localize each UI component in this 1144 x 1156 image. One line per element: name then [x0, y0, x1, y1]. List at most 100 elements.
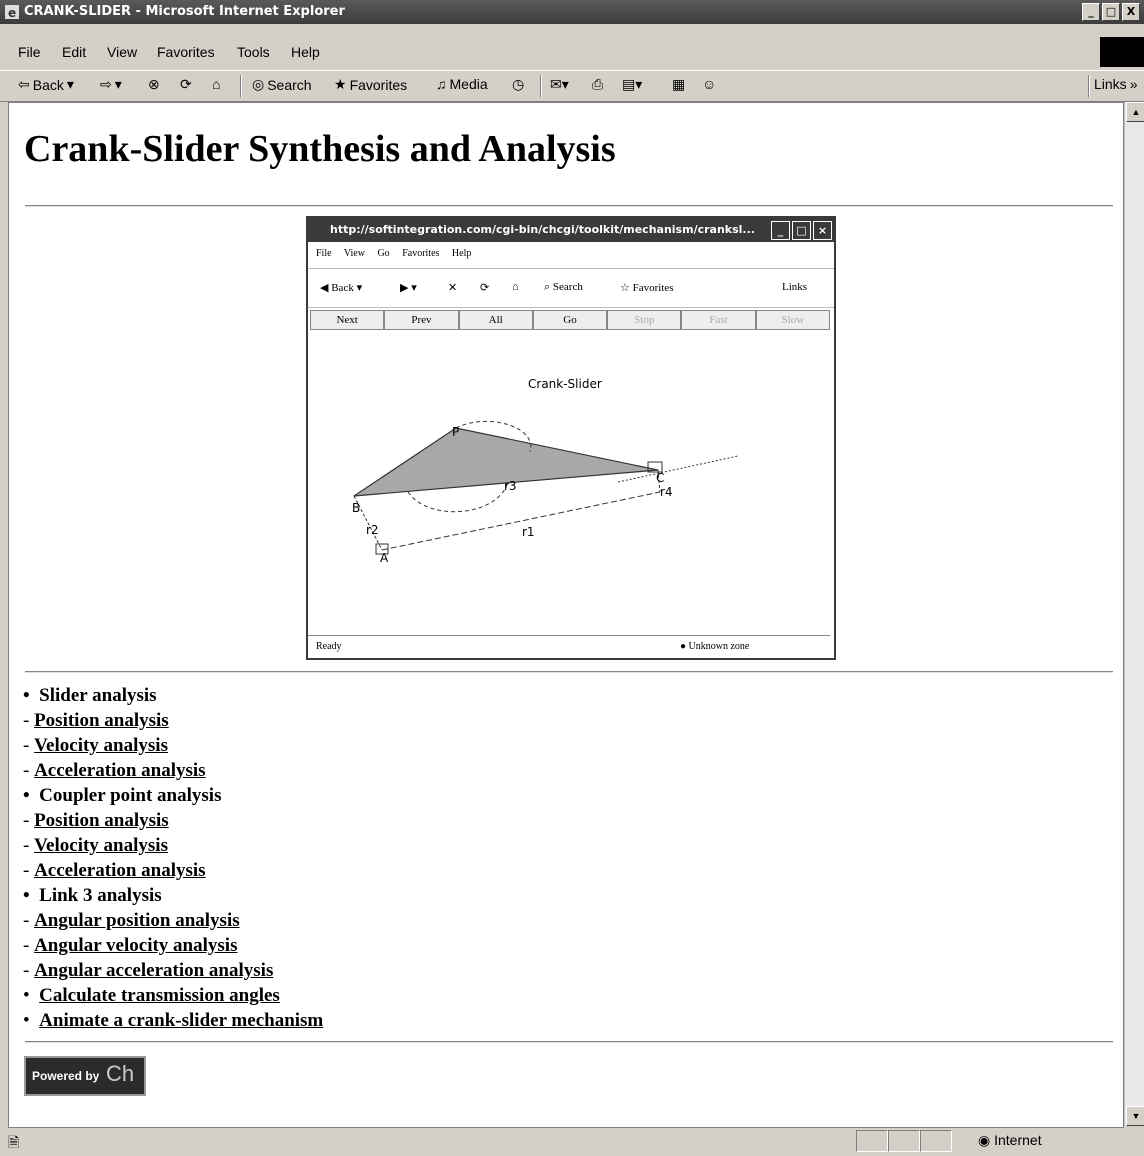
- mail-button[interactable]: ✉▾: [550, 76, 569, 93]
- list-item: • Animate a crank-slider mechanism: [23, 1010, 324, 1031]
- link3-angular-velocity-link[interactable]: Angular velocity analysis: [34, 935, 237, 956]
- toolbar: ⇦ Back ▾ ⇨ ▾ ⊗ ⟳ ⌂ ◎ Search ★ Favorites ♫ Medi…: [0, 70, 1144, 102]
- media-button[interactable]: ♫ Media: [436, 76, 488, 92]
- screenshot-menu-item: View: [343, 248, 365, 259]
- screenshot-statusbar: Ready ● Unknown zone: [308, 635, 830, 658]
- animate-mechanism-link[interactable]: Animate a crank-slider mechanism: [39, 1010, 323, 1031]
- messenger-button[interactable]: ☺: [702, 76, 716, 92]
- nav-prev: Prev: [384, 310, 459, 330]
- screenshot-status-right: ● Unknown zone: [680, 641, 750, 652]
- svg-text:e: e: [8, 6, 16, 20]
- label-B: B: [352, 501, 360, 515]
- links-button[interactable]: Links»: [1094, 76, 1137, 92]
- stop-button[interactable]: ⊗: [148, 76, 160, 93]
- discuss-button[interactable]: ▦: [672, 76, 685, 93]
- menu-help[interactable]: Help: [291, 44, 320, 60]
- window-title: CRANK-SLIDER - Microsoft Internet Explor…: [24, 4, 345, 19]
- screenshot-close-icon: ×: [813, 221, 832, 240]
- print-icon: ⎙: [592, 76, 604, 92]
- slider-acceleration-link[interactable]: Acceleration analysis: [34, 760, 206, 781]
- screenshot-forward-icon: ▶ ▾: [400, 282, 417, 294]
- discuss-icon: ▦: [672, 76, 686, 92]
- mechanism-screenshot: http://softintegration.com/cgi-bin/chcgi…: [306, 216, 836, 660]
- label-C: C: [656, 471, 664, 485]
- menu-view[interactable]: View: [107, 44, 137, 60]
- powered-by-badge[interactable]: Powered by Ch: [24, 1056, 146, 1096]
- page-icon: 🗎: [8, 1134, 20, 1150]
- powered-by-text: Powered by: [32, 1069, 100, 1083]
- search-icon: ◎: [252, 76, 265, 92]
- menu-edit[interactable]: Edit: [62, 44, 86, 60]
- status-bar: 🗎 ◉ Internet: [0, 1128, 1144, 1152]
- minimize-button[interactable]: _: [1082, 3, 1100, 21]
- menu-favorites[interactable]: Favorites: [157, 44, 215, 60]
- dropdown-icon: ▾: [114, 76, 122, 92]
- print-button[interactable]: ⎙: [592, 76, 603, 93]
- slider-velocity-link[interactable]: Velocity analysis: [34, 735, 168, 756]
- media-icon: ♫: [436, 76, 447, 92]
- coupler-acceleration-link[interactable]: Acceleration analysis: [34, 860, 206, 881]
- forward-button[interactable]: ⇨ ▾: [100, 76, 122, 93]
- list-item: - Angular velocity analysis: [23, 935, 238, 956]
- browser-window: e CRANK-SLIDER - Microsoft Internet Expl…: [0, 0, 1144, 1152]
- messenger-icon: ☺: [702, 76, 717, 92]
- divider: [25, 205, 1113, 207]
- screenshot-min-icon: _: [771, 221, 790, 240]
- coupler-velocity-link[interactable]: Velocity analysis: [34, 835, 168, 856]
- label-A: A: [380, 551, 389, 565]
- nav-fast: Fast: [681, 310, 756, 330]
- mechanism-diagram: Crank-Slider P B C A r1 r2 r3 r4: [352, 377, 739, 565]
- windows-logo-icon: [1100, 37, 1144, 67]
- history-button[interactable]: ◷: [512, 76, 524, 93]
- title-bar: e CRANK-SLIDER - Microsoft Internet Expl…: [0, 0, 1144, 24]
- dropdown-icon: ▾: [66, 76, 74, 92]
- nav-go: Go: [532, 310, 608, 330]
- label-P: P: [452, 425, 459, 439]
- refresh-button[interactable]: ⟳: [180, 76, 192, 93]
- back-button[interactable]: ⇦ Back ▾: [18, 76, 74, 93]
- back-label: Back: [32, 76, 64, 93]
- vertical-scrollbar[interactable]: ▲ ▼: [1124, 102, 1144, 1126]
- list-item: - Velocity analysis: [23, 835, 168, 856]
- nav-slow: Slow: [755, 310, 830, 330]
- nav-all: All: [458, 310, 533, 330]
- mail-icon: ✉▾: [550, 76, 569, 92]
- favorites-icon: ★: [334, 76, 347, 92]
- transmission-angles-link[interactable]: Calculate transmission angles: [39, 985, 280, 1006]
- list-item: - Acceleration analysis: [23, 860, 206, 881]
- chevron-right-icon: »: [1129, 76, 1138, 92]
- menu-tools[interactable]: Tools: [237, 44, 270, 60]
- link3-angular-position-link[interactable]: Angular position analysis: [34, 910, 240, 931]
- screenshot-search: ⌕ Search: [544, 281, 583, 293]
- page-content: Crank-Slider Synthesis and Analysis http…: [8, 102, 1124, 1128]
- list-item: • Calculate transmission angles: [23, 985, 280, 1006]
- slider-position-link[interactable]: Position analysis: [34, 710, 169, 731]
- list-item: - Position analysis: [23, 810, 169, 831]
- screenshot-stop-icon: ✕: [448, 282, 458, 294]
- scroll-up-icon[interactable]: ▲: [1126, 102, 1144, 122]
- nav-next: Next: [310, 310, 385, 330]
- internet-zone: ◉ Internet: [978, 1132, 1042, 1148]
- label-r4: r4: [660, 485, 673, 499]
- list-item: - Angular position analysis: [23, 910, 240, 931]
- search-button[interactable]: ◎ Search: [252, 76, 312, 93]
- divider: [25, 1041, 1113, 1043]
- screenshot-title: http://softintegration.com/cgi-bin/chcgi…: [330, 223, 755, 236]
- list-item: - Angular acceleration analysis: [23, 960, 274, 981]
- screenshot-menu-item: Favorites: [402, 248, 440, 259]
- page-title: Crank-Slider Synthesis and Analysis: [24, 128, 616, 170]
- edit-button[interactable]: ▤▾: [622, 76, 642, 93]
- home-button[interactable]: ⌂: [212, 76, 220, 92]
- link3-angular-acceleration-link[interactable]: Angular acceleration analysis: [34, 960, 273, 981]
- forward-arrow-icon: ⇨: [100, 76, 112, 92]
- list-item: • Slider analysis: [23, 685, 157, 706]
- ch-logo: Ch: [106, 1061, 135, 1086]
- coupler-position-link[interactable]: Position analysis: [34, 810, 169, 831]
- edit-icon: ▤▾: [622, 76, 643, 92]
- maximize-button[interactable]: □: [1102, 3, 1120, 21]
- favorites-button[interactable]: ★ Favorites: [334, 76, 407, 93]
- ie-icon: e: [5, 5, 19, 20]
- menu-file[interactable]: File: [18, 44, 41, 60]
- close-button[interactable]: X: [1122, 3, 1140, 21]
- scroll-down-icon[interactable]: ▼: [1126, 1106, 1144, 1126]
